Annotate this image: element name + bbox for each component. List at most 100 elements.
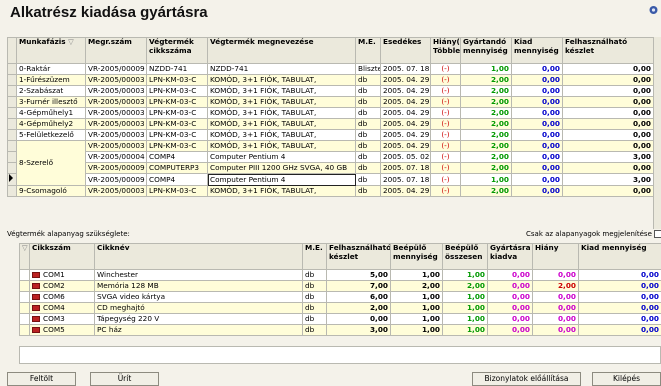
cell-gyartando[interactable]: 2,00 [461, 152, 512, 163]
cell-cikknev[interactable]: Tápegység 220 V [95, 314, 303, 325]
cell-gyartando[interactable]: 2,00 [461, 75, 512, 86]
cell-megr-szam[interactable]: VR-2005/00009 [86, 163, 147, 174]
cell-kiad[interactable]: 0,00 [512, 64, 563, 75]
cell-me[interactable]: db [356, 97, 381, 108]
cell-felhasznalhato[interactable]: 3,00 [563, 174, 654, 186]
cell-munkafazis[interactable]: 3-Furnér illesztő [17, 97, 86, 108]
cell-esedekes[interactable]: 2005. 07. 18. [381, 174, 431, 186]
cell-kiad[interactable]: 0,00 [512, 108, 563, 119]
cell-vegtermek-nev[interactable]: KOMÓD, 3+1 FIÓK, TABULAT, [208, 97, 356, 108]
cell-hiany[interactable]: (-) [431, 174, 461, 186]
cell-gyartando[interactable]: 1,00 [461, 64, 512, 75]
cell-kiad[interactable]: 0,00 [512, 86, 563, 97]
col-header-munkafazis[interactable]: Munkafázis ▽ [17, 38, 86, 64]
cell-gyartando[interactable]: 2,00 [461, 97, 512, 108]
cell-hiany[interactable]: 2,00 [533, 281, 579, 292]
cell-esedekes[interactable]: 2005. 05. 02. [381, 152, 431, 163]
cell-hiany[interactable]: (-) [431, 130, 461, 141]
cell-beepulo-osszesen[interactable]: 1,00 [443, 325, 488, 336]
col-header-felhasznalhato-keszlet[interactable]: Felhasználható készlet [327, 244, 391, 270]
cell-me[interactable]: db [356, 152, 381, 163]
cell-cikknev[interactable]: Memória 128 MB [95, 281, 303, 292]
col-header-felhasznalhato[interactable]: Felhasználható készlet [563, 38, 654, 64]
cell-megr-szam[interactable]: VR-2005/00003 [86, 108, 147, 119]
cell-beepulo-osszesen[interactable]: 1,00 [443, 303, 488, 314]
cell-kiad[interactable]: 0,00 [512, 75, 563, 86]
print-documents-button[interactable]: Bizonylatok előállítása [472, 372, 581, 386]
cell-me[interactable]: db [356, 186, 381, 197]
col-header-hiany-tobblet[interactable]: Hiány(-) Többlet [431, 38, 461, 64]
table-row[interactable]: 4-Gépműhely2VR-2005/00003LPN-KM-03-CKOMÓ… [8, 119, 654, 130]
cell-vegtermek-cikkszam[interactable]: COMPUTERP3 [147, 163, 208, 174]
cell-gyartasra-kiadva[interactable]: 0,00 [488, 325, 533, 336]
cell-cikkszam[interactable]: COM1 [30, 270, 95, 281]
cell-megr-szam[interactable]: VR-2005/00009 [86, 64, 147, 75]
cell-felhasznalhato[interactable]: 0,00 [563, 130, 654, 141]
cell-beepulo-osszesen[interactable]: 1,00 [443, 270, 488, 281]
cell-gyartasra-kiadva[interactable]: 0,00 [488, 281, 533, 292]
cell-esedekes[interactable]: 2005. 04. 29. [381, 119, 431, 130]
cell-vegtermek-nev[interactable]: Computer Pentium 4 [208, 174, 356, 186]
cell-vegtermek-nev[interactable]: KOMÓD, 3+1 FIÓK, TABULAT, [208, 86, 356, 97]
cell-felhasznalhato[interactable]: 0,00 [563, 64, 654, 75]
table-row[interactable]: VR-2005/00009COMP4Computer Pentium 4db20… [8, 174, 654, 186]
cell-felhasznalhato-keszlet[interactable]: 0,00 [327, 314, 391, 325]
cell-esedekes[interactable]: 2005. 04. 29. [381, 86, 431, 97]
feltolt-button[interactable]: Feltölt [7, 372, 76, 386]
cell-me[interactable]: db [356, 130, 381, 141]
cell-munkafazis[interactable]: 2-Szabászat [17, 86, 86, 97]
table-row[interactable]: 8-SzerelőVR-2005/00003LPN-KM-03-CKOMÓD, … [8, 141, 654, 152]
cell-hiany[interactable]: 0,00 [533, 292, 579, 303]
cell-vegtermek-cikkszam[interactable]: LPN-KM-03-C [147, 119, 208, 130]
cell-kiad[interactable]: 0,00 [512, 186, 563, 197]
cell-beepulo-mennyiseg[interactable]: 1,00 [391, 303, 443, 314]
cell-kiad-mennyiseg[interactable]: 0,00 [579, 303, 661, 314]
list-item[interactable]: COM5PC házdb3,001,001,000,000,000,00 [20, 325, 661, 336]
cell-munkafazis[interactable]: 1-Fűrészüzem [17, 75, 86, 86]
cell-beepulo-mennyiseg[interactable]: 2,00 [391, 281, 443, 292]
cell-vegtermek-nev[interactable]: Computer Pentium 4 [208, 152, 356, 163]
cell-vegtermek-cikkszam[interactable]: LPN-KM-03-C [147, 86, 208, 97]
cell-beepulo-osszesen[interactable]: 1,00 [443, 292, 488, 303]
col-header-megr-szam[interactable]: Megr.szám [86, 38, 147, 64]
col-header-me2[interactable]: M.E. [303, 244, 327, 270]
urit-button[interactable]: Ürít [90, 372, 159, 386]
cell-vegtermek-nev[interactable]: KOMÓD, 3+1 FIÓK, TABULAT, [208, 75, 356, 86]
col-header-beepulo-osszesen[interactable]: Beépülő összesen [443, 244, 488, 270]
cell-cikkszam[interactable]: COM4 [30, 303, 95, 314]
table-row[interactable]: 4-Gépműhely1VR-2005/00003LPN-KM-03-CKOMÓ… [8, 108, 654, 119]
cell-hiany[interactable]: (-) [431, 152, 461, 163]
cell-cikkszam[interactable]: COM6 [30, 292, 95, 303]
cell-megr-szam[interactable]: VR-2005/00004 [86, 152, 147, 163]
cell-me[interactable]: db [356, 108, 381, 119]
col-header-cikknev[interactable]: Cikknév [95, 244, 303, 270]
col-header-gyartasra-kiadva[interactable]: Gyártásra kiadva [488, 244, 533, 270]
cell-gyartando[interactable]: 2,00 [461, 141, 512, 152]
cell-munkafazis[interactable]: 4-Gépműhely1 [17, 108, 86, 119]
cell-cikknev[interactable]: PC ház [95, 325, 303, 336]
cell-gyartasra-kiadva[interactable]: 0,00 [488, 270, 533, 281]
cell-hiany[interactable]: (-) [431, 75, 461, 86]
cell-cikkszam[interactable]: COM2 [30, 281, 95, 292]
cell-hiany[interactable]: (-) [431, 64, 461, 75]
cell-esedekes[interactable]: 2005. 04. 29. [381, 130, 431, 141]
cell-hiany[interactable]: (-) [431, 186, 461, 197]
exit-button[interactable]: Kilépés [592, 372, 661, 386]
table-row[interactable]: 2-SzabászatVR-2005/00003LPN-KM-03-CKOMÓD… [8, 86, 654, 97]
cell-munkafazis[interactable]: 0-Raktár [17, 64, 86, 75]
cell-esedekes[interactable]: 2005. 04. 29. [381, 186, 431, 197]
cell-gyartasra-kiadva[interactable]: 0,00 [488, 303, 533, 314]
cell-me[interactable]: db [356, 163, 381, 174]
cell-kiad[interactable]: 0,00 [512, 152, 563, 163]
cell-hiany[interactable]: (-) [431, 141, 461, 152]
cell-vegtermek-nev[interactable]: KOMÓD, 3+1 FIÓK, TABULAT, [208, 141, 356, 152]
cell-megr-szam[interactable]: VR-2005/00003 [86, 130, 147, 141]
cell-megr-szam[interactable]: VR-2005/00003 [86, 75, 147, 86]
top-table-scrollbar[interactable] [653, 37, 661, 229]
table-row[interactable]: 3-Furnér illesztőVR-2005/00003LPN-KM-03-… [8, 97, 654, 108]
cell-megr-szam[interactable]: VR-2005/00003 [86, 141, 147, 152]
cell-megr-szam[interactable]: VR-2005/00009 [86, 174, 147, 186]
col-header-kiad[interactable]: Kiad mennyiség [512, 38, 563, 64]
cell-kiad[interactable]: 0,00 [512, 141, 563, 152]
cell-kiad[interactable]: 0,00 [512, 163, 563, 174]
